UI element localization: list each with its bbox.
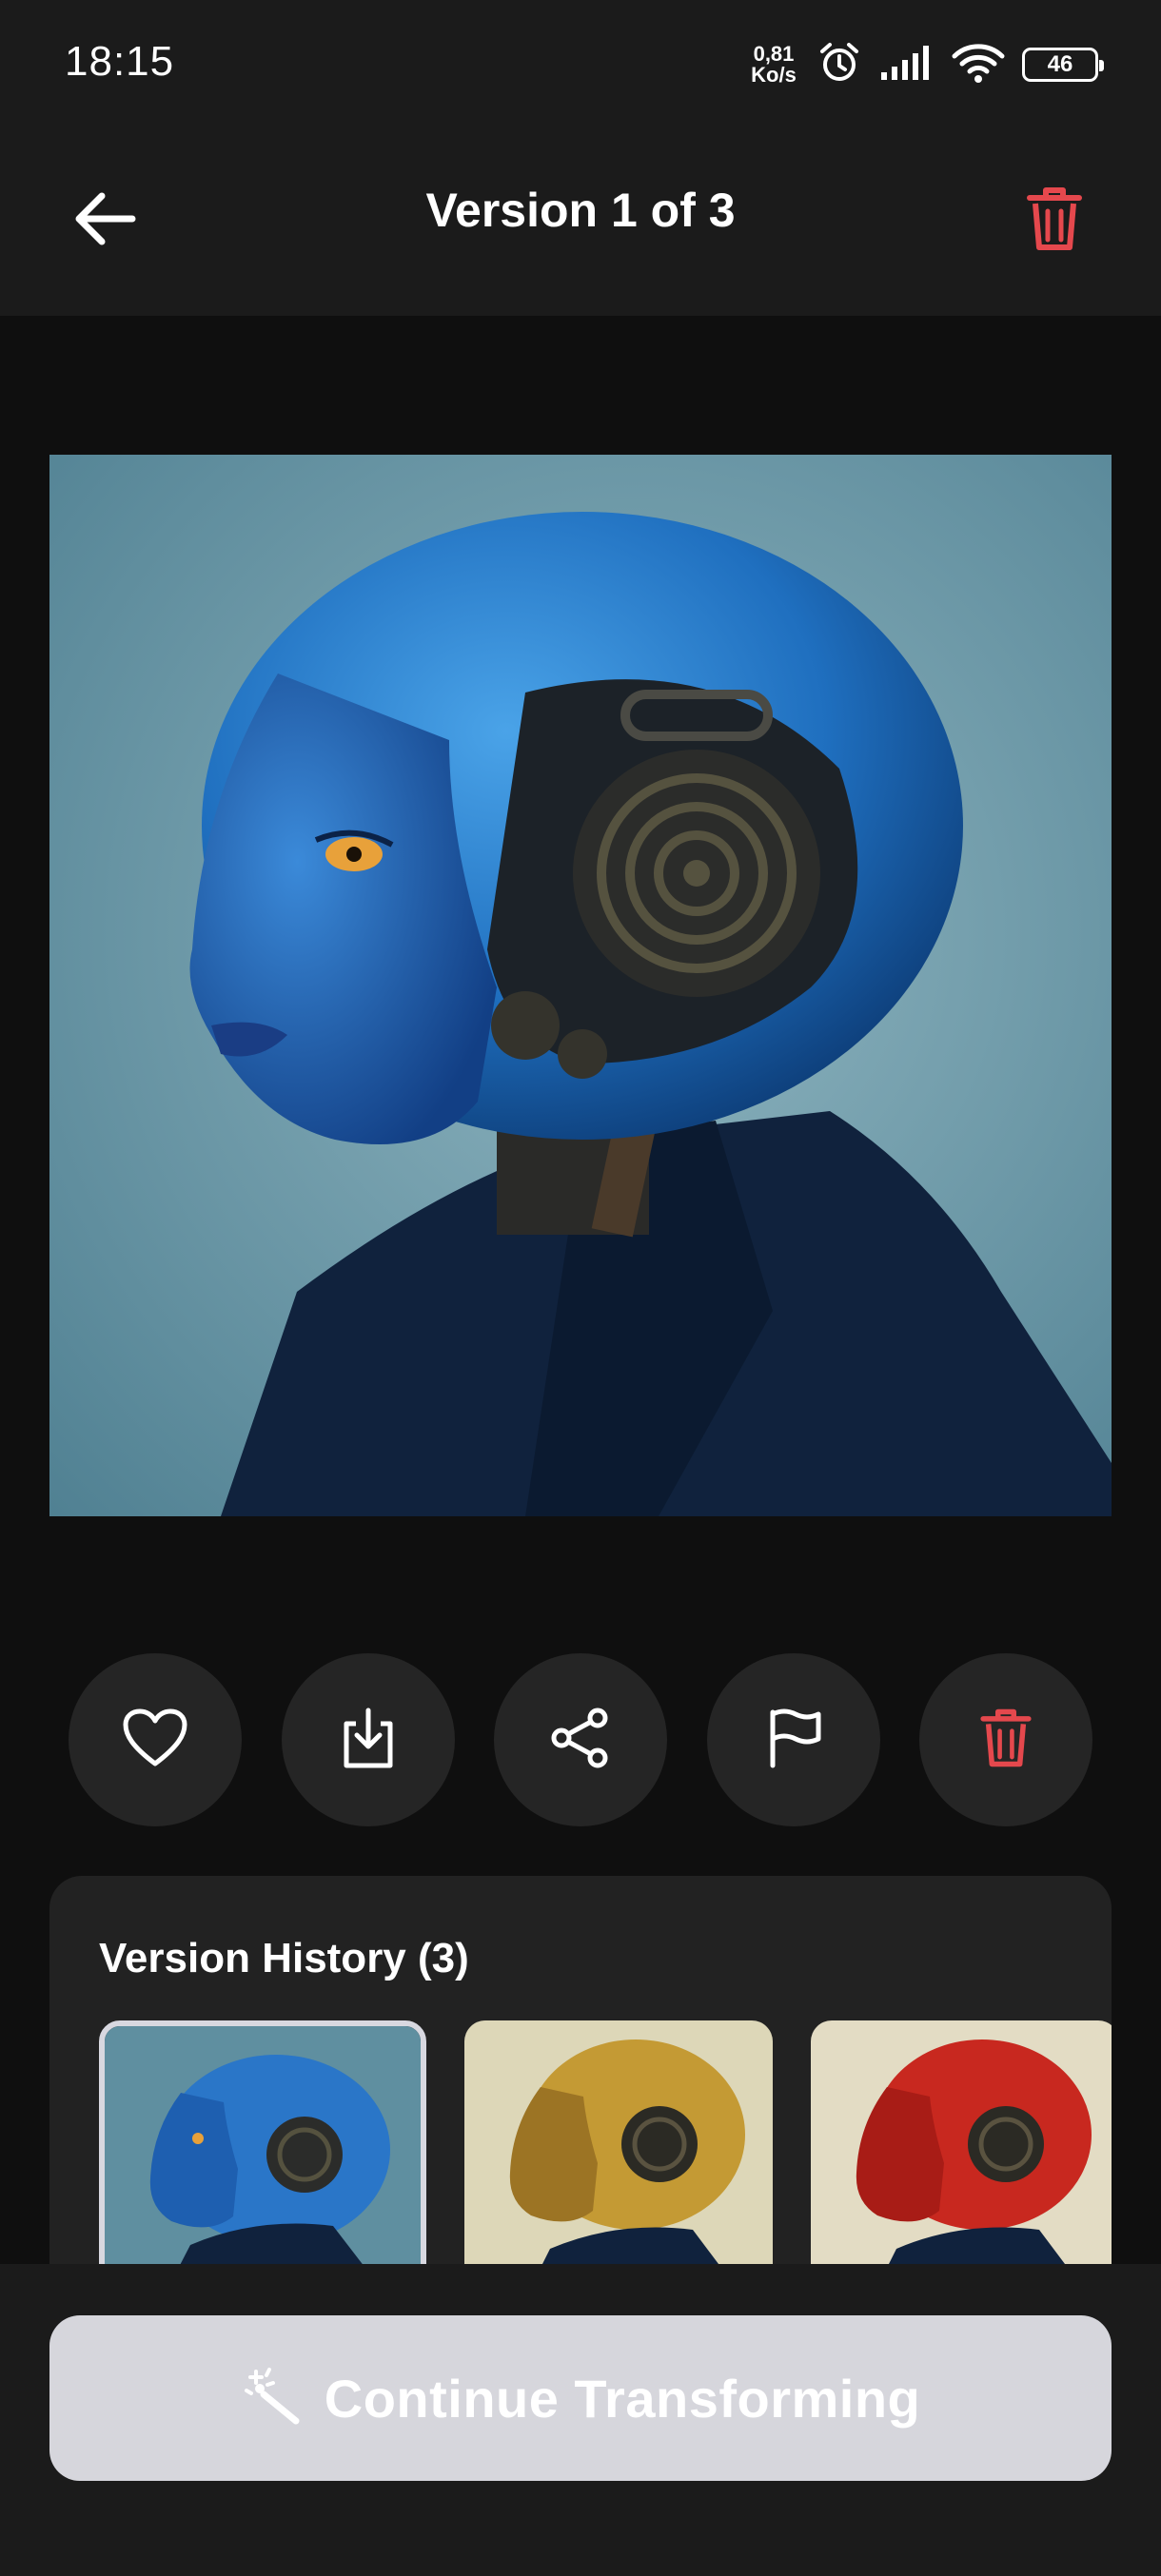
download-icon <box>339 1707 398 1774</box>
version-thumbnails[interactable] <box>99 2020 1112 2275</box>
version-thumb-2[interactable] <box>464 2020 773 2275</box>
wifi-icon <box>952 42 1005 88</box>
bottom-bar: Continue Transforming <box>0 2264 1161 2576</box>
action-bar <box>69 1653 1092 1826</box>
header: Version 1 of 3 <box>0 133 1161 295</box>
share-button[interactable] <box>494 1653 667 1826</box>
version-thumb-1[interactable] <box>99 2020 426 2275</box>
network-speed-unit: Ko/s <box>751 63 797 87</box>
status-time: 18:15 <box>65 38 175 85</box>
download-button[interactable] <box>281 1653 455 1826</box>
network-speed-value: 0,81 <box>753 42 795 66</box>
flag-icon <box>765 1707 822 1774</box>
alarm-icon <box>817 40 862 90</box>
main-image[interactable] <box>49 455 1112 1516</box>
status-bar: 18:15 0,81 Ko/s 46 <box>0 0 1161 133</box>
magic-wand-icon <box>241 2366 302 2431</box>
trash-icon <box>979 1707 1033 1774</box>
thumb-gold-image <box>464 2020 773 2275</box>
battery-icon: 46 <box>1022 48 1104 82</box>
version-thumb-3[interactable] <box>811 2020 1112 2275</box>
signal-icon <box>879 44 935 87</box>
heart-icon <box>123 1708 187 1772</box>
thumb-blue-image <box>105 2026 421 2275</box>
battery-level: 46 <box>1047 51 1073 77</box>
page-title: Version 1 of 3 <box>425 184 736 237</box>
portrait-illustration <box>49 455 1112 1516</box>
continue-transforming-label: Continue Transforming <box>324 2368 921 2429</box>
continue-transforming-button[interactable]: Continue Transforming <box>49 2315 1112 2481</box>
version-history-title: Version History (3) <box>99 1935 469 1981</box>
trash-icon <box>1026 185 1083 258</box>
thumb-red-image <box>811 2020 1112 2275</box>
network-speed: 0,81 Ko/s <box>748 44 799 86</box>
like-button[interactable] <box>69 1653 242 1826</box>
status-icons: 0,81 Ko/s 46 <box>748 38 1104 91</box>
delete-version-button[interactable] <box>1009 175 1100 266</box>
share-icon <box>550 1707 611 1774</box>
report-button[interactable] <box>706 1653 880 1826</box>
version-history-card: Version History (3) <box>49 1876 1112 2275</box>
delete-button[interactable] <box>919 1653 1092 1826</box>
